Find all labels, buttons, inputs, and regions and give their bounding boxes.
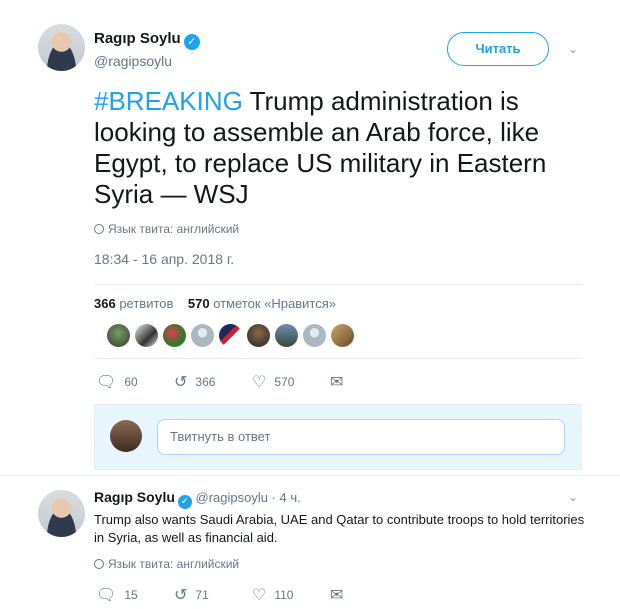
tweet-stats: 366 ретвитов 570 отметок «Нравится»: [94, 296, 336, 311]
globe-icon: [94, 559, 104, 569]
retweets-count: 366: [94, 296, 116, 311]
liker-avatar[interactable]: [331, 324, 354, 347]
author-name[interactable]: Ragıp Soylu: [94, 30, 181, 47]
heart-icon: ♡: [252, 587, 267, 604]
chevron-down-icon[interactable]: ⌄: [568, 42, 578, 56]
tweet-timestamp[interactable]: 18:34 - 16 апр. 2018 г.: [94, 251, 234, 267]
reply-retweet-count: 71: [195, 588, 209, 602]
liker-avatar[interactable]: [303, 324, 326, 347]
likers-avatars: [107, 324, 354, 347]
reply-language-label[interactable]: Язык твита: английский: [108, 557, 239, 571]
liker-avatar[interactable]: [191, 324, 214, 347]
retweets-stat[interactable]: 366 ретвитов: [94, 296, 173, 311]
liker-avatar[interactable]: [163, 324, 186, 347]
reply-retweet-action[interactable]: ↺ 71: [174, 585, 209, 605]
envelope-icon: ✉: [330, 587, 344, 604]
reply-action[interactable]: 🗨 60: [96, 372, 138, 392]
reply-count: 60: [124, 375, 138, 389]
likes-count: 570: [187, 296, 210, 311]
verified-icon: ✓: [183, 34, 200, 50]
reply-icon: 🗨: [96, 374, 117, 391]
reply-reply-action[interactable]: 🗨 15: [96, 585, 138, 605]
reply-time[interactable]: · 4 ч.: [272, 490, 301, 505]
reply-author-handle[interactable]: @ragipsoylu: [196, 490, 268, 505]
retweets-label: ретвитов: [119, 296, 174, 311]
verified-icon: ✓: [177, 495, 192, 509]
liker-avatar[interactable]: [275, 324, 298, 347]
author-avatar[interactable]: [38, 24, 85, 71]
reply-like-action[interactable]: ♡ 110: [252, 585, 293, 605]
heart-icon: ♡: [252, 374, 267, 391]
reply-author-avatar[interactable]: [38, 490, 85, 537]
retweet-icon: ↺: [174, 587, 188, 604]
reply-text: Trump also wants Saudi Arabia, UAE and Q…: [94, 512, 585, 545]
like-action[interactable]: ♡ 570: [252, 372, 294, 392]
follow-button[interactable]: Читать: [447, 32, 549, 66]
message-action[interactable]: ✉: [330, 372, 351, 392]
reply-icon: 🗨: [96, 587, 117, 604]
retweet-action[interactable]: ↺ 366: [174, 372, 215, 392]
liker-avatar[interactable]: [107, 324, 130, 347]
author-handle[interactable]: @ragipsoylu: [94, 53, 172, 69]
likes-stat[interactable]: 570 отметок «Нравится»: [188, 296, 336, 311]
divider: [94, 358, 582, 359]
likes-label: отметок «Нравится»: [213, 296, 337, 311]
tweet-text: #BREAKING Trump administration is lookin…: [94, 86, 574, 210]
liker-avatar[interactable]: [135, 324, 158, 347]
chevron-down-icon[interactable]: ⌄: [568, 490, 578, 504]
reply-message-action[interactable]: ✉: [330, 585, 351, 605]
reply-input[interactable]: Твитнуть в ответ: [157, 419, 565, 455]
retweet-icon: ↺: [174, 374, 188, 391]
reply-author-name[interactable]: Ragıp Soylu: [94, 489, 175, 505]
globe-icon: [94, 224, 104, 234]
current-user-avatar: [110, 420, 142, 452]
reply-reply-count: 15: [124, 588, 138, 602]
liker-avatar[interactable]: [219, 324, 242, 347]
hashtag-link[interactable]: #BREAKING: [94, 86, 243, 116]
like-count: 570: [274, 375, 295, 389]
retweet-count: 366: [195, 375, 216, 389]
reply-header: Ragıp Soylu ✓ @ragipsoylu · 4 ч.: [94, 489, 301, 509]
divider: [94, 284, 582, 285]
liker-avatar[interactable]: [247, 324, 270, 347]
tweet-language-label[interactable]: Язык твита: английский: [108, 222, 239, 236]
author-name-row[interactable]: Ragıp Soylu ✓: [94, 30, 200, 50]
reply-language: Язык твита: английский: [94, 557, 239, 571]
reply-like-count: 110: [274, 588, 294, 602]
tweet-language: Язык твита: английский: [94, 222, 239, 236]
envelope-icon: ✉: [330, 374, 344, 391]
divider: [0, 475, 620, 476]
